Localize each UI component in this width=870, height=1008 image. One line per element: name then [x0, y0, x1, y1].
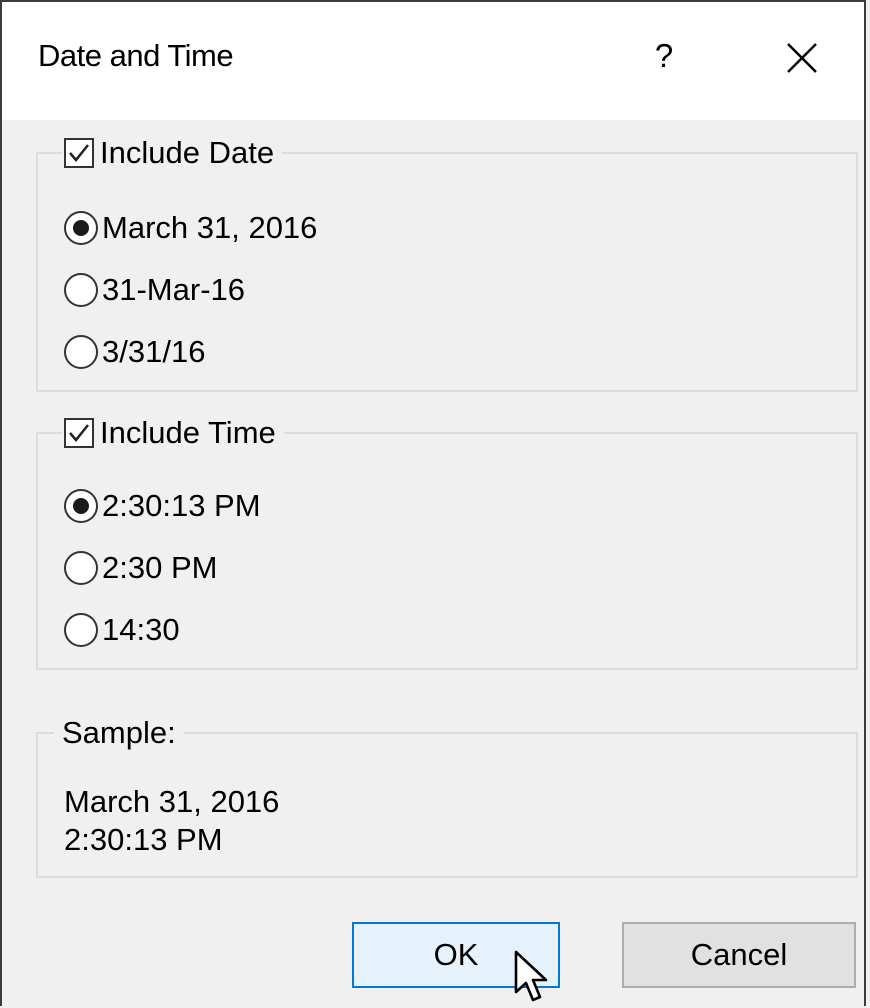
include-time-checkbox[interactable]	[64, 418, 94, 448]
include-time-group: Include Time 2:30:13 PM 2:30 PM 14:30	[36, 408, 858, 670]
title-bar: Date and Time ?	[2, 2, 864, 120]
sample-group: Sample: March 31, 2016 2:30:13 PM	[36, 708, 858, 878]
date-option-medium[interactable]: 31-Mar-16	[64, 268, 245, 312]
include-date-group: Include Date March 31, 2016 31-Mar-16 3/…	[36, 128, 858, 392]
date-option-label: March 31, 2016	[102, 210, 318, 245]
help-button[interactable]: ?	[648, 34, 680, 78]
radio-icon[interactable]	[64, 613, 98, 647]
sample-date-text: March 31, 2016	[64, 784, 280, 819]
date-time-dialog: Date and Time ? Include Date March 31, 2…	[0, 0, 866, 1006]
time-option-label: 2:30 PM	[102, 550, 218, 585]
time-option-24h[interactable]: 14:30	[64, 608, 180, 652]
cancel-button[interactable]: Cancel	[622, 922, 856, 988]
check-icon	[69, 144, 89, 162]
include-time-label: Include Time	[100, 415, 276, 450]
time-option-label: 2:30:13 PM	[102, 488, 261, 523]
date-option-short[interactable]: 3/31/16	[64, 330, 205, 374]
radio-icon[interactable]	[64, 551, 98, 585]
date-option-label: 3/31/16	[102, 334, 206, 369]
radio-selected-icon[interactable]	[64, 489, 98, 523]
time-option-short[interactable]: 2:30 PM	[64, 546, 217, 590]
close-icon	[787, 43, 817, 73]
time-option-label: 14:30	[102, 612, 180, 647]
radio-icon[interactable]	[64, 335, 98, 369]
radio-selected-icon[interactable]	[64, 211, 98, 245]
date-option-label: 31-Mar-16	[102, 272, 245, 307]
check-icon	[69, 424, 89, 442]
include-time-checkbox-row[interactable]: Include Time	[62, 408, 284, 458]
time-option-long[interactable]: 2:30:13 PM	[64, 484, 261, 528]
sample-legend: Sample:	[54, 708, 184, 758]
radio-icon[interactable]	[64, 273, 98, 307]
dialog-title: Date and Time	[38, 38, 234, 73]
sample-time-text: 2:30:13 PM	[64, 822, 223, 857]
mouse-pointer-icon	[514, 950, 548, 1002]
include-date-checkbox-row[interactable]: Include Date	[62, 128, 283, 178]
date-option-long[interactable]: March 31, 2016	[64, 206, 317, 250]
sample-label: Sample:	[62, 715, 176, 750]
include-date-label: Include Date	[100, 135, 275, 170]
include-date-checkbox[interactable]	[64, 138, 94, 168]
close-button[interactable]	[782, 38, 822, 78]
